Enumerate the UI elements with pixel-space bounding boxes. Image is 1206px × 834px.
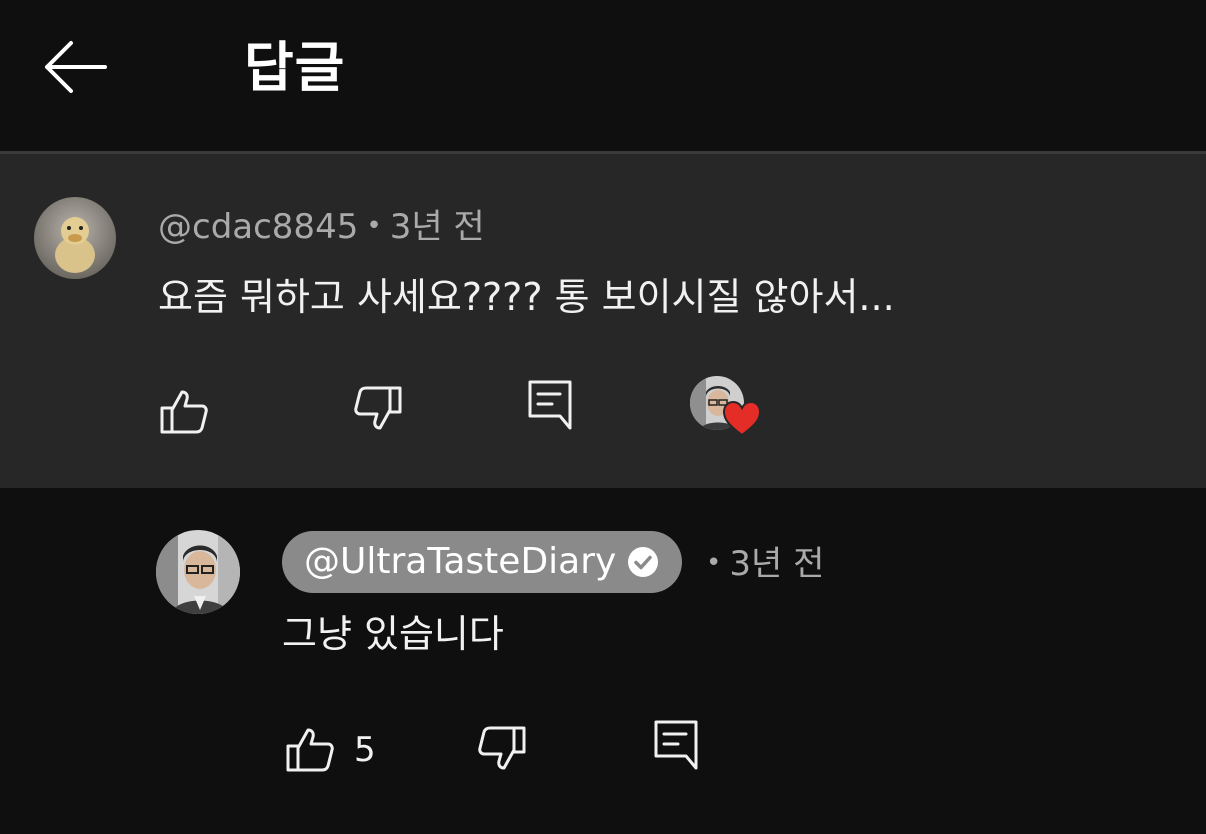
avatar[interactable] (156, 530, 240, 614)
comment-icon (528, 380, 572, 430)
thumbs-up-icon (160, 390, 208, 434)
comment-author[interactable]: @cdac8845 (158, 207, 358, 247)
heart-icon (722, 400, 762, 437)
creator-heart (690, 376, 766, 448)
reply-text: 그냥 있습니다 (282, 612, 504, 656)
comment-text: 요즘 뭐하고 사세요???? 통 보이시질 않아서... (158, 275, 895, 319)
comment-icon (654, 720, 698, 770)
reply-button[interactable] (526, 378, 574, 432)
like-count: 5 (354, 730, 376, 770)
like-button[interactable] (158, 388, 210, 436)
verified-check-icon (628, 547, 659, 577)
duck-avatar-image (34, 197, 116, 279)
meta-separator: • (366, 211, 382, 241)
arrow-left-icon (45, 41, 107, 93)
back-button[interactable] (38, 32, 112, 102)
page-title: 답글 (244, 36, 346, 99)
reply-author: @UltraTasteDiary (304, 541, 617, 582)
thumbs-up-icon (286, 728, 334, 772)
reply-button[interactable] (652, 718, 700, 772)
dislike-button[interactable] (476, 724, 528, 772)
comment-time: 3년 전 (389, 207, 485, 247)
top-bar: 답글 (0, 0, 1206, 150)
creator-avatar-image (156, 530, 240, 614)
meta-separator: • (706, 548, 722, 578)
reply-meta: • 3년 전 (706, 541, 824, 586)
author-chip[interactable]: @UltraTasteDiary (282, 531, 683, 593)
comment-meta: @cdac8845 • 3년 전 (158, 204, 485, 249)
parent-comment: @cdac8845 • 3년 전 요즘 뭐하고 사세요???? 통 보이시질 않아서… (0, 154, 1206, 488)
like-button[interactable]: 5 (284, 726, 376, 774)
avatar[interactable] (34, 197, 116, 279)
thumbs-down-icon (478, 726, 526, 770)
reply-time: 3년 전 (729, 544, 825, 584)
dislike-button[interactable] (352, 384, 404, 432)
thumbs-down-icon (354, 386, 402, 430)
